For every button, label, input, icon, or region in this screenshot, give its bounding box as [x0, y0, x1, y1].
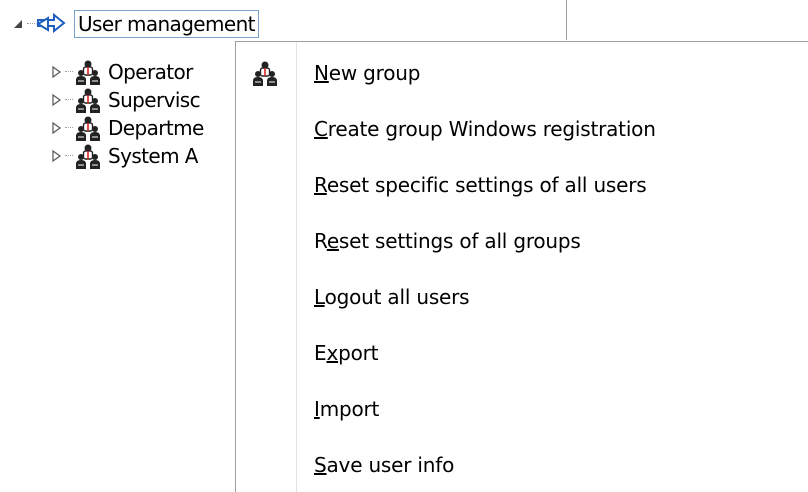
column-separator [566, 0, 567, 40]
user-group-icon [74, 114, 102, 142]
tree-connector [65, 99, 73, 101]
user-management-window: User management Operator Supervisc Depar… [0, 0, 808, 492]
expanded-triangle-icon[interactable] [10, 16, 26, 32]
menu-item-label: Logout all users [314, 285, 470, 309]
user-management-arrows-icon [36, 12, 66, 36]
tree-connector [65, 71, 73, 73]
menu-item-logout-all-users[interactable]: Logout all users [236, 269, 806, 325]
tree-connector [27, 23, 35, 25]
collapsed-triangle-icon[interactable] [48, 120, 64, 136]
user-group-icon [74, 86, 102, 114]
tree-node-label: Departme [108, 116, 204, 140]
tree-connector [65, 127, 73, 129]
collapsed-triangle-icon[interactable] [48, 92, 64, 108]
tree-node-system-admin[interactable]: System A [48, 140, 198, 172]
tree-connector [65, 155, 73, 157]
menu-item-new-group[interactable]: New group [236, 45, 806, 101]
menu-item-label: Create group Windows registration [314, 117, 656, 141]
menu-item-reset-specific-settings-all-users[interactable]: Reset specific settings of all users [236, 157, 806, 213]
menu-item-label: Save user info [314, 453, 455, 477]
menu-item-label: Export [314, 341, 379, 365]
tree-node-user-management[interactable]: User management [10, 8, 259, 40]
menu-item-import[interactable]: Import [236, 381, 806, 437]
tree-node-label: Operator [108, 60, 193, 84]
user-group-icon [74, 58, 102, 86]
collapsed-triangle-icon[interactable] [48, 148, 64, 164]
menu-item-create-group-windows-registration[interactable]: Create group Windows registration [236, 101, 806, 157]
menu-item-label: Reset specific settings of all users [314, 173, 647, 197]
menu-item-label: Reset settings of all groups [314, 229, 581, 253]
user-group-icon [74, 142, 102, 170]
user-group-icon [250, 59, 280, 87]
menu-item-reset-settings-all-groups[interactable]: Reset settings of all groups [236, 213, 806, 269]
tree-node-label: System A [108, 144, 198, 168]
menu-item-save-user-info[interactable]: Save user info [236, 437, 806, 492]
context-menu: New group Create group Windows registrat… [235, 41, 808, 492]
menu-item-label: Import [314, 397, 380, 421]
collapsed-triangle-icon[interactable] [48, 64, 64, 80]
tree-node-label: Supervisc [108, 88, 201, 112]
menu-item-export[interactable]: Export [236, 325, 806, 381]
tree-node-label: User management [74, 10, 259, 38]
menu-item-label: New group [314, 61, 421, 85]
